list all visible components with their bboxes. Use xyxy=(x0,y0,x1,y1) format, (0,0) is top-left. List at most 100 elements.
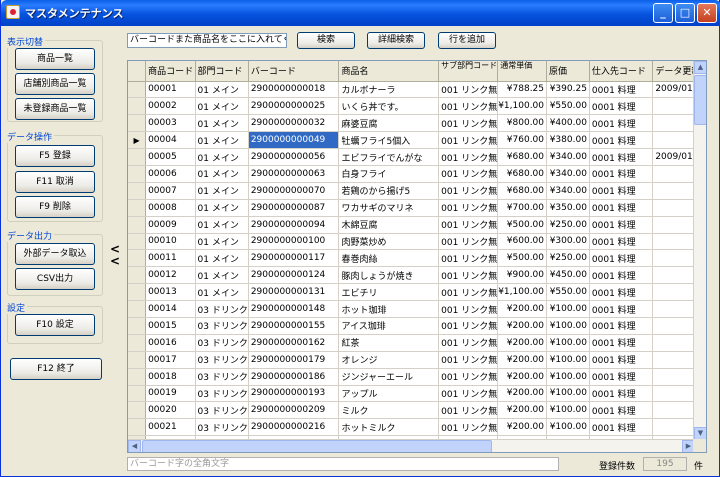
table-cell[interactable]: 001 リンク無 xyxy=(438,401,499,420)
table-cell[interactable]: 2900000000025 xyxy=(248,97,340,116)
row-header[interactable] xyxy=(128,283,147,302)
table-cell[interactable]: 00006 xyxy=(145,165,196,183)
column-header[interactable]: 商品コード xyxy=(145,61,196,82)
table-row[interactable]: 00005 01 メイン 2900000000056 エビフライでんがな 001 リンク… xyxy=(128,148,706,166)
row-header[interactable] xyxy=(128,317,147,335)
table-cell[interactable]: エビチリ xyxy=(338,283,440,302)
table-cell[interactable]: 0001 料理 xyxy=(589,300,654,318)
row-header[interactable] xyxy=(128,97,147,116)
table-cell[interactable]: 001 リンク無 xyxy=(438,148,499,166)
table-cell[interactable]: ¥600.00 xyxy=(497,233,548,251)
table-cell[interactable]: 2900000000131 xyxy=(248,283,340,302)
table-cell[interactable]: 03 ドリンク xyxy=(195,418,249,437)
table-cell[interactable]: ¥680.00 xyxy=(497,165,548,183)
table-cell[interactable]: エビフライでんがな xyxy=(338,148,440,166)
table-cell[interactable]: 001 リンク無 xyxy=(438,351,499,369)
table-cell[interactable]: 001 リンク無 xyxy=(438,81,499,99)
table-cell[interactable]: 01 メイン xyxy=(195,182,249,200)
table-cell[interactable]: 麻婆豆腐 xyxy=(338,114,440,133)
table-cell[interactable]: ¥100.00 xyxy=(546,401,590,420)
table-cell[interactable]: ¥200.00 xyxy=(497,368,548,386)
table-cell[interactable]: 03 ドリンク xyxy=(195,317,249,335)
table-cell[interactable]: ¥760.00 xyxy=(497,131,548,150)
row-header[interactable] xyxy=(128,385,147,403)
table-cell[interactable]: 00013 xyxy=(145,283,196,302)
table-cell[interactable]: 2900000000179 xyxy=(248,351,340,369)
table-cell[interactable]: 春巻肉絲 xyxy=(338,249,440,268)
table-cell[interactable]: 00018 xyxy=(145,368,196,386)
table-cell[interactable]: ¥1,100.00 xyxy=(497,97,548,116)
row-header[interactable] xyxy=(128,368,147,386)
table-cell[interactable]: 2900000000155 xyxy=(248,317,340,335)
table-cell[interactable]: 肉野菜炒め xyxy=(338,233,440,251)
scroll-left-icon[interactable]: ◀ xyxy=(128,440,141,452)
horizontal-scrollbar[interactable]: ◀ ▶ xyxy=(128,439,695,452)
table-cell[interactable]: 0001 料理 xyxy=(589,114,654,133)
collapse-arrows[interactable]: < < xyxy=(110,243,120,267)
table-cell[interactable]: ¥100.00 xyxy=(546,385,590,403)
row-header[interactable] xyxy=(128,401,147,420)
table-cell[interactable]: 03 ドリンク xyxy=(195,401,249,420)
table-cell[interactable]: 01 メイン xyxy=(195,233,249,251)
table-cell[interactable]: ¥100.00 xyxy=(546,351,590,369)
table-cell[interactable]: ¥100.00 xyxy=(546,334,590,352)
table-cell[interactable]: 牡蠣フライ5個入 xyxy=(338,131,440,150)
title-bar[interactable]: マスタメンテナンス _ □ ✕ xyxy=(1,0,720,26)
table-cell[interactable]: 001 リンク無 xyxy=(438,114,499,133)
table-cell[interactable]: 2900000000063 xyxy=(248,165,340,183)
table-cell[interactable]: 03 ドリンク xyxy=(195,334,249,352)
table-cell[interactable]: 001 リンク無 xyxy=(438,233,499,251)
product-list-button[interactable]: 商品一覧 xyxy=(15,48,95,70)
table-cell[interactable]: ¥800.00 xyxy=(497,114,548,133)
table-cell[interactable]: 0001 料理 xyxy=(589,199,654,217)
table-cell[interactable]: 豚肉しょうが焼き xyxy=(338,266,440,285)
table-row[interactable]: 00002 01 メイン 2900000000025 いくら丼です。 001 リンク無 ¥… xyxy=(128,97,706,116)
close-button[interactable]: ✕ xyxy=(697,3,717,23)
table-cell[interactable]: オレンジ xyxy=(338,351,440,369)
column-header[interactable]: バーコード xyxy=(248,61,340,82)
search-button[interactable]: 検索 xyxy=(297,32,355,49)
table-cell[interactable]: 01 メイン xyxy=(195,249,249,268)
table-cell[interactable]: 001 リンク無 xyxy=(438,368,499,386)
column-header[interactable]: 原価 xyxy=(546,61,590,82)
table-cell[interactable]: 00021 xyxy=(145,418,196,437)
table-cell[interactable]: 2900000000056 xyxy=(248,148,340,166)
table-cell[interactable]: 03 ドリンク xyxy=(195,385,249,403)
table-cell[interactable]: 001 リンク無 xyxy=(438,182,499,200)
table-cell[interactable]: ホット珈琲 xyxy=(338,300,440,318)
table-cell[interactable]: 2900000000162 xyxy=(248,334,340,352)
table-cell[interactable]: 2900000000087 xyxy=(248,199,340,217)
table-cell[interactable]: ホットミルク xyxy=(338,418,440,437)
table-cell[interactable]: 0001 料理 xyxy=(589,216,654,234)
table-cell[interactable]: 01 メイン xyxy=(195,131,249,150)
table-cell[interactable]: ¥340.00 xyxy=(546,182,590,200)
table-cell[interactable]: 0001 料理 xyxy=(589,131,654,150)
table-cell[interactable]: ¥200.00 xyxy=(497,300,548,318)
table-row[interactable]: 00012 01 メイン 2900000000124 豚肉しょうが焼き 001 リンク無… xyxy=(128,266,706,285)
table-cell[interactable]: 001 リンク無 xyxy=(438,131,499,150)
row-header[interactable] xyxy=(128,233,147,251)
table-cell[interactable]: 00011 xyxy=(145,249,196,268)
vertical-scrollbar[interactable]: ▲ ▼ xyxy=(693,61,706,440)
table-row[interactable]: 00020 03 ドリンク 2900000000209 ミルク 001 リンク無 ¥200… xyxy=(128,401,706,420)
column-header[interactable]: サブ部門コード xyxy=(438,61,499,82)
advanced-search-button[interactable]: 詳細検索 xyxy=(367,32,425,49)
column-header[interactable]: 仕入先コード xyxy=(589,61,654,82)
table-cell[interactable]: 01 メイン xyxy=(195,165,249,183)
table-row[interactable]: 00007 01 メイン 2900000000070 若鶏のから揚げ5 001 リンク無… xyxy=(128,182,706,200)
table-cell[interactable]: ¥900.00 xyxy=(497,266,548,285)
table-cell[interactable]: 2900000000148 xyxy=(248,300,340,318)
table-cell[interactable]: 0001 料理 xyxy=(589,81,654,99)
table-cell[interactable]: 00008 xyxy=(145,199,196,217)
table-cell[interactable]: ¥200.00 xyxy=(497,351,548,369)
table-cell[interactable]: 00017 xyxy=(145,351,196,369)
table-cell[interactable]: 00005 xyxy=(145,148,196,166)
table-cell[interactable]: 2900000000117 xyxy=(248,249,340,268)
table-cell[interactable]: 01 メイン xyxy=(195,216,249,234)
table-cell[interactable]: ¥340.00 xyxy=(546,148,590,166)
scroll-up-icon[interactable]: ▲ xyxy=(694,61,706,74)
table-row[interactable]: 00018 03 ドリンク 2900000000186 ジンジャーエール 001 リンク… xyxy=(128,368,706,386)
table-cell[interactable]: 00012 xyxy=(145,266,196,285)
table-cell[interactable]: 0001 料理 xyxy=(589,165,654,183)
table-cell[interactable]: アップル xyxy=(338,385,440,403)
